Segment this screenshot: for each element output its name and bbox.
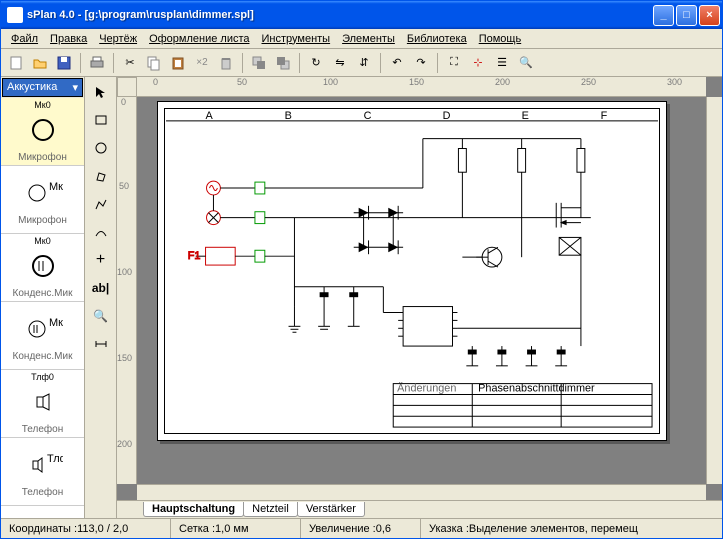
list-icon[interactable]: ☰ xyxy=(491,52,513,74)
canvas-area: 0 50 100 150 200 250 300 0 50 100 150 20… xyxy=(117,77,722,518)
text-tool-icon[interactable]: ab| xyxy=(88,275,114,301)
menu-edit[interactable]: Правка xyxy=(44,31,93,47)
titlebar[interactable]: sPlan 4.0 - [g:\program\rusplan\dimmer.s… xyxy=(1,1,722,29)
svg-text:Änderungen: Änderungen xyxy=(397,383,456,395)
svg-text:F1: F1 xyxy=(188,250,201,262)
component-condenser-mic-2[interactable]: Мк0 Конденс.Мик xyxy=(1,302,84,370)
ruler-horizontal[interactable]: 0 50 100 150 200 250 300 xyxy=(137,77,706,97)
menu-file[interactable]: Файл xyxy=(5,31,44,47)
sheet-tabs: Hauptschaltung Netzteil Verstärker xyxy=(117,500,722,518)
close-button[interactable]: × xyxy=(699,5,720,26)
chevron-down-icon: ▾ xyxy=(72,81,78,94)
measure-tool-icon[interactable] xyxy=(88,331,114,357)
cut-icon[interactable]: ✂ xyxy=(119,52,141,74)
sheet-tab-2[interactable]: Netzteil xyxy=(243,502,298,517)
component-phone-1[interactable]: Тлф0 Телефон xyxy=(1,370,84,438)
bring-front-icon[interactable] xyxy=(248,52,270,74)
tool-palette: + ab| 🔍 xyxy=(85,77,117,518)
duplicate-icon[interactable]: ×2 xyxy=(191,52,213,74)
delete-icon[interactable] xyxy=(215,52,237,74)
component-microphone-1[interactable]: Мк0 Микрофон xyxy=(1,98,84,166)
curve-tool-icon[interactable] xyxy=(88,219,114,245)
svg-text:C: C xyxy=(364,110,372,122)
main-area: Аккустика ▾ Мк0 Микрофон Мк0 Микрофон Мк… xyxy=(1,77,722,518)
search-icon[interactable]: 🔍 xyxy=(515,52,537,74)
canvas-viewport[interactable]: A B C D E F F1 xyxy=(137,97,722,500)
snap-icon[interactable]: ⊹ xyxy=(467,52,489,74)
app-window: sPlan 4.0 - [g:\program\rusplan\dimmer.s… xyxy=(0,0,723,539)
component-phone-2[interactable]: Тлф0 Телефон xyxy=(1,438,84,506)
status-grid: Сетка : 1,0 мм xyxy=(171,519,301,538)
new-icon[interactable] xyxy=(5,52,27,74)
status-zoom: Увеличение : 0,6 xyxy=(301,519,421,538)
minimize-button[interactable]: _ xyxy=(653,5,674,26)
horizontal-scrollbar[interactable] xyxy=(137,484,706,500)
svg-text:E: E xyxy=(522,110,529,122)
drawing-page[interactable]: A B C D E F F1 xyxy=(157,101,667,441)
app-icon xyxy=(7,7,23,23)
component-list[interactable]: Мк0 Микрофон Мк0 Микрофон Мк0 Конденс.Ми… xyxy=(1,98,84,518)
pointer-tool-icon[interactable] xyxy=(88,79,114,105)
separator xyxy=(242,53,243,73)
line-tool-icon[interactable] xyxy=(88,191,114,217)
rect-tool-icon[interactable] xyxy=(88,107,114,133)
flip-v-icon[interactable]: ⇵ xyxy=(353,52,375,74)
window-title: sPlan 4.0 - [g:\program\rusplan\dimmer.s… xyxy=(27,9,651,21)
svg-text:B: B xyxy=(285,110,292,122)
undo-icon[interactable]: ↶ xyxy=(386,52,408,74)
redo-icon[interactable]: ↷ xyxy=(410,52,432,74)
category-dropdown[interactable]: Аккустика ▾ xyxy=(2,78,83,97)
svg-text:Мк0: Мк0 xyxy=(49,317,63,329)
menu-tools[interactable]: Инструменты xyxy=(256,31,337,47)
maximize-button[interactable]: □ xyxy=(676,5,697,26)
toolbar: ✂ ×2 ↻ ⇋ ⇵ ↶ ↷ ⛶ ⊹ ☰ 🔍 xyxy=(1,49,722,77)
print-icon[interactable] xyxy=(86,52,108,74)
send-back-icon[interactable] xyxy=(272,52,294,74)
ruler-corner xyxy=(117,77,137,97)
sheet-tab-1[interactable]: Hauptschaltung xyxy=(143,502,244,517)
vertical-scrollbar[interactable] xyxy=(706,97,722,484)
separator xyxy=(80,53,81,73)
circuit-schematic: A B C D E F F1 xyxy=(165,109,659,433)
page-frame: A B C D E F F1 xyxy=(164,108,660,434)
flip-h-icon[interactable]: ⇋ xyxy=(329,52,351,74)
menu-help[interactable]: Помощь xyxy=(473,31,528,47)
svg-text:D: D xyxy=(443,110,451,122)
titleblock-title: Phasenabschnittdimmer xyxy=(478,383,595,395)
status-coords: Координаты : 113,0 / 2,0 xyxy=(1,519,171,538)
component-microphone-2[interactable]: Мк0 Микрофон xyxy=(1,166,84,234)
component-condenser-mic-1[interactable]: Мк0 Конденс.Мик xyxy=(1,234,84,302)
svg-text:Тлф0: Тлф0 xyxy=(47,453,63,465)
zoom-full-icon[interactable]: ⛶ xyxy=(443,52,465,74)
circle-tool-icon[interactable] xyxy=(88,135,114,161)
separator xyxy=(380,53,381,73)
svg-text:A: A xyxy=(206,110,214,122)
menu-drawing[interactable]: Чертёж xyxy=(93,31,143,47)
save-icon[interactable] xyxy=(53,52,75,74)
menu-sheet[interactable]: Оформление листа xyxy=(143,31,255,47)
statusbar: Координаты : 113,0 / 2,0 Сетка : 1,0 мм … xyxy=(1,518,722,538)
separator xyxy=(299,53,300,73)
component-sidebar: Аккустика ▾ Мк0 Микрофон Мк0 Микрофон Мк… xyxy=(1,77,85,518)
paste-icon[interactable] xyxy=(167,52,189,74)
sheet-tab-3[interactable]: Verstärker xyxy=(297,502,365,517)
zoom-tool-icon[interactable]: 🔍 xyxy=(88,303,114,329)
rotate-icon[interactable]: ↻ xyxy=(305,52,327,74)
polygon-tool-icon[interactable] xyxy=(88,163,114,189)
node-tool-icon[interactable]: + xyxy=(88,247,114,273)
menu-elements[interactable]: Элементы xyxy=(336,31,401,47)
status-hint: Указка : Выделение элементов, перемещ xyxy=(421,519,722,538)
menu-library[interactable]: Библиотека xyxy=(401,31,473,47)
ruler-vertical[interactable]: 0 50 100 150 200 xyxy=(117,97,137,484)
svg-text:Мк0: Мк0 xyxy=(49,181,63,193)
menubar: Файл Правка Чертёж Оформление листа Инст… xyxy=(1,29,722,49)
copy-icon[interactable] xyxy=(143,52,165,74)
svg-text:F: F xyxy=(601,110,608,122)
open-icon[interactable] xyxy=(29,52,51,74)
separator xyxy=(113,53,114,73)
separator xyxy=(437,53,438,73)
